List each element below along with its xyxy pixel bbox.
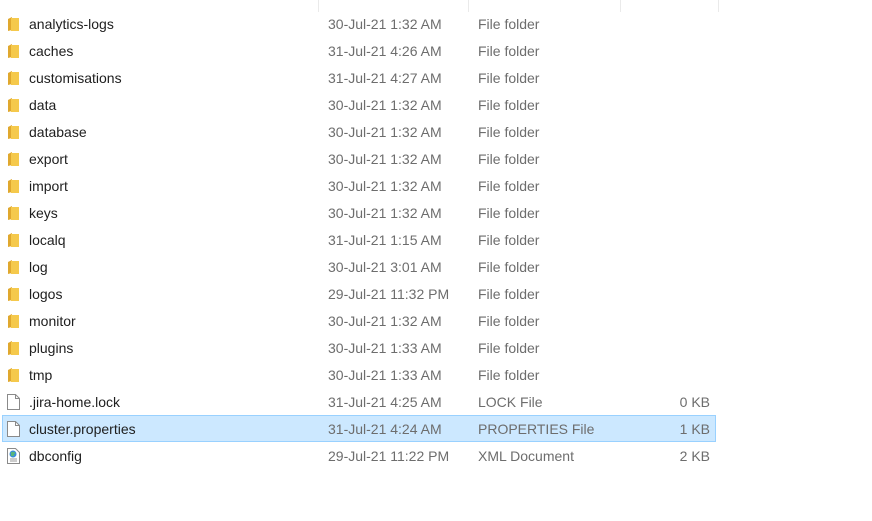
file-type: File folder [478, 367, 540, 383]
date-modified: 30-Jul-21 1:33 AM [328, 367, 442, 383]
folder-icon [7, 151, 20, 167]
file-name: caches [29, 43, 74, 59]
folder-icon [7, 70, 20, 86]
file-name: keys [29, 205, 58, 221]
folder-icon [7, 259, 20, 275]
file-type: File folder [478, 151, 540, 167]
file-name: data [29, 97, 57, 113]
folder-icon [7, 367, 20, 383]
date-modified: 31-Jul-21 4:24 AM [328, 421, 442, 437]
date-modified: 31-Jul-21 1:15 AM [328, 232, 442, 248]
xml-document-icon [7, 448, 20, 464]
column-divider[interactable] [718, 0, 719, 12]
file-row[interactable]: data 30-Jul-21 1:32 AM File folder [2, 91, 716, 118]
folder-icon [7, 16, 20, 32]
file-name: .jira-home.lock [29, 394, 121, 410]
folder-icon [7, 232, 20, 248]
file-name: database [29, 124, 87, 140]
date-modified: 30-Jul-21 1:32 AM [328, 178, 442, 194]
file-row[interactable]: log 30-Jul-21 3:01 AM File folder [2, 253, 716, 280]
file-size: 1 KB [679, 421, 710, 437]
folder-icon [7, 97, 20, 113]
folder-icon [7, 340, 20, 356]
file-row[interactable]: cluster.properties 31-Jul-21 4:24 AM PRO… [2, 415, 716, 442]
file-type: File folder [478, 43, 540, 59]
date-modified: 30-Jul-21 1:32 AM [328, 124, 442, 140]
file-type: File folder [478, 178, 540, 194]
file-row[interactable]: localq 31-Jul-21 1:15 AM File folder [2, 226, 716, 253]
date-modified: 30-Jul-21 1:32 AM [328, 97, 442, 113]
file-row[interactable]: export 30-Jul-21 1:32 AM File folder [2, 145, 716, 172]
file-name: export [29, 151, 68, 167]
folder-icon [7, 43, 20, 59]
date-modified: 29-Jul-21 11:32 PM [328, 286, 450, 302]
file-icon [7, 394, 20, 410]
file-name: analytics-logs [29, 16, 114, 32]
file-type: File folder [478, 286, 540, 302]
date-modified: 30-Jul-21 1:32 AM [328, 205, 442, 221]
file-type: XML Document [478, 448, 574, 464]
file-type: File folder [478, 16, 540, 32]
date-modified: 30-Jul-21 1:33 AM [328, 340, 442, 356]
file-type: File folder [478, 70, 540, 86]
file-row[interactable]: plugins 30-Jul-21 1:33 AM File folder [2, 334, 716, 361]
date-modified: 29-Jul-21 11:22 PM [328, 448, 450, 464]
file-row[interactable]: analytics-logs 30-Jul-21 1:32 AM File fo… [2, 10, 716, 37]
date-modified: 31-Jul-21 4:27 AM [328, 70, 442, 86]
file-type: File folder [478, 340, 540, 356]
file-row[interactable]: dbconfig 29-Jul-21 11:22 PM XML Document… [2, 442, 716, 469]
folder-icon [7, 178, 20, 194]
folder-icon [7, 124, 20, 140]
file-size: 2 KB [679, 448, 710, 464]
file-type: File folder [478, 259, 540, 275]
file-type: File folder [478, 232, 540, 248]
file-name: logos [29, 286, 63, 302]
file-type: File folder [478, 124, 540, 140]
file-row[interactable]: monitor 30-Jul-21 1:32 AM File folder [2, 307, 716, 334]
file-name: cluster.properties [29, 421, 136, 437]
file-icon [7, 421, 20, 437]
file-row[interactable]: .jira-home.lock 31-Jul-21 4:25 AM LOCK F… [2, 388, 716, 415]
file-size: 0 KB [679, 394, 710, 410]
file-type: File folder [478, 205, 540, 221]
file-type: File folder [478, 97, 540, 113]
file-name: import [29, 178, 68, 194]
date-modified: 30-Jul-21 3:01 AM [328, 259, 442, 275]
file-name: customisations [29, 70, 122, 86]
file-row[interactable]: import 30-Jul-21 1:32 AM File folder [2, 172, 716, 199]
file-name: localq [29, 232, 66, 248]
file-row[interactable]: customisations 31-Jul-21 4:27 AM File fo… [2, 64, 716, 91]
file-name: monitor [29, 313, 76, 329]
file-row[interactable]: caches 31-Jul-21 4:26 AM File folder [2, 37, 716, 64]
file-row[interactable]: database 30-Jul-21 1:32 AM File folder [2, 118, 716, 145]
file-row[interactable]: logos 29-Jul-21 11:32 PM File folder [2, 280, 716, 307]
file-type: File folder [478, 313, 540, 329]
date-modified: 31-Jul-21 4:26 AM [328, 43, 442, 59]
file-type: LOCK File [478, 394, 543, 410]
file-name: log [29, 259, 48, 275]
file-type: PROPERTIES File [478, 421, 595, 437]
file-name: tmp [29, 367, 53, 383]
file-list: analytics-logs 30-Jul-21 1:32 AM File fo… [2, 10, 716, 469]
file-name: dbconfig [29, 448, 82, 464]
date-modified: 30-Jul-21 1:32 AM [328, 313, 442, 329]
folder-icon [7, 313, 20, 329]
folder-icon [7, 205, 20, 221]
folder-icon [7, 286, 20, 302]
date-modified: 31-Jul-21 4:25 AM [328, 394, 442, 410]
date-modified: 30-Jul-21 1:32 AM [328, 151, 442, 167]
file-row[interactable]: keys 30-Jul-21 1:32 AM File folder [2, 199, 716, 226]
file-row[interactable]: tmp 30-Jul-21 1:33 AM File folder [2, 361, 716, 388]
file-name: plugins [29, 340, 74, 356]
date-modified: 30-Jul-21 1:32 AM [328, 16, 442, 32]
